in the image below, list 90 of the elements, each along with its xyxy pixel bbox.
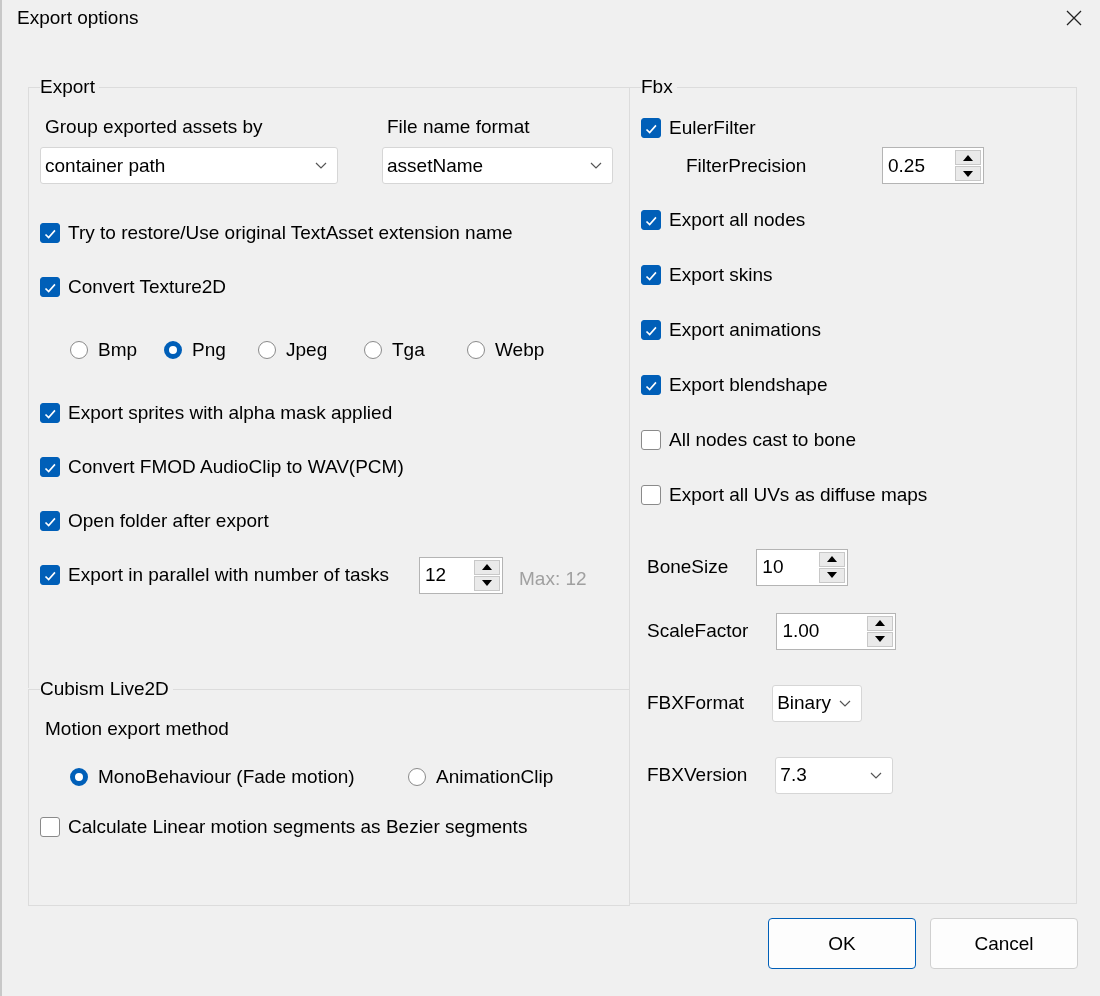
- checkbox[interactable]: [641, 117, 661, 138]
- radio-button[interactable]: [408, 768, 426, 786]
- radio-label: Jpeg: [286, 339, 328, 361]
- group-title: Cubism Live2D: [40, 678, 170, 700]
- checkbox-label: Export all nodes: [669, 208, 806, 231]
- radio-button[interactable]: [70, 341, 88, 359]
- radio-label: Webp: [495, 339, 545, 361]
- number-field[interactable]: 0.25: [885, 150, 955, 181]
- chevron-down-icon: [870, 771, 883, 779]
- checkbox[interactable]: [641, 484, 661, 505]
- dropdown[interactable]: assetName: [382, 147, 613, 184]
- radio-button[interactable]: [164, 341, 182, 359]
- up-arrow-icon: [963, 154, 973, 161]
- radio-label: Png: [192, 339, 226, 361]
- radio-label: Tga: [392, 339, 425, 361]
- spin-down-button[interactable]: [867, 631, 894, 647]
- field-label: Motion export method: [44, 718, 230, 740]
- checkbox-label: Try to restore/Use original TextAsset extension name: [68, 222, 513, 244]
- checkbox-label: EulerFilter: [669, 116, 756, 139]
- down-arrow-icon: [963, 170, 973, 177]
- number-field[interactable]: 12: [422, 559, 475, 591]
- down-arrow-icon: [827, 572, 838, 578]
- radio-label: Bmp: [98, 339, 138, 361]
- checkbox[interactable]: [40, 223, 60, 243]
- spin-box[interactable]: 12: [419, 556, 504, 594]
- radio-button[interactable]: [364, 341, 382, 359]
- radio-label: MonoBehaviour (Fade motion): [98, 766, 355, 788]
- dialog-button[interactable]: Cancel: [930, 918, 1078, 969]
- spin-box[interactable]: 10: [756, 548, 849, 586]
- checkbox[interactable]: [40, 403, 60, 423]
- up-arrow-icon: [482, 564, 493, 570]
- radio-button[interactable]: [70, 768, 88, 786]
- field-label: FBXVersion: [647, 764, 748, 786]
- checkbox[interactable]: [641, 209, 661, 230]
- down-arrow-icon: [482, 580, 493, 586]
- checkbox-label: Export skins: [669, 263, 773, 286]
- field-label: BoneSize: [647, 556, 729, 578]
- spin-box[interactable]: 0.25: [882, 147, 984, 184]
- checkbox-label: Convert FMOD AudioClip to WAV(PCM): [68, 456, 404, 478]
- window-title: Export options: [17, 7, 139, 29]
- field-label: File name format: [386, 116, 531, 138]
- checkbox-label: Export sprites with alpha mask applied: [68, 402, 393, 424]
- checkbox[interactable]: [40, 817, 60, 837]
- number-field[interactable]: 1.00: [779, 615, 868, 647]
- spin-down-button[interactable]: [955, 166, 981, 181]
- checkbox-label: Export blendshape: [669, 373, 828, 396]
- checkbox[interactable]: [40, 565, 60, 585]
- max-note: Max: 12: [519, 568, 587, 590]
- group-title: Fbx: [641, 76, 674, 98]
- radio-button[interactable]: [258, 341, 276, 359]
- spin-down-button[interactable]: [474, 575, 501, 591]
- chevron-down-icon: [315, 162, 327, 169]
- dialog-button[interactable]: OK: [768, 918, 916, 969]
- checkbox-label: Export animations: [669, 318, 822, 341]
- spin-down-button[interactable]: [819, 567, 846, 583]
- field-label: Group exported assets by: [44, 116, 264, 138]
- down-arrow-icon: [875, 636, 886, 642]
- spin-up-button[interactable]: [474, 559, 501, 575]
- checkbox[interactable]: [40, 277, 60, 297]
- checkbox-label: Export in parallel with number of tasks: [68, 564, 390, 586]
- checkbox-label: All nodes cast to bone: [669, 428, 856, 451]
- checkbox[interactable]: [641, 264, 661, 285]
- dropdown[interactable]: 7.3: [775, 756, 894, 794]
- field-label: ScaleFactor: [647, 620, 749, 642]
- spin-up-button[interactable]: [955, 150, 981, 165]
- group-title: Export: [40, 76, 96, 98]
- spin-up-button[interactable]: [819, 551, 846, 567]
- dropdown[interactable]: container path: [40, 147, 338, 184]
- field-label: FilterPrecision: [686, 154, 808, 177]
- radio-button[interactable]: [467, 341, 485, 359]
- field-label: FBXFormat: [647, 692, 745, 714]
- checkbox[interactable]: [641, 374, 661, 395]
- checkbox[interactable]: [40, 457, 60, 477]
- checkbox-label: Export all UVs as diffuse maps: [669, 483, 928, 506]
- chevron-down-icon: [839, 699, 852, 707]
- chevron-down-icon: [590, 162, 602, 169]
- checkbox-label: Calculate Linear motion segments as Bezier segments: [68, 816, 528, 838]
- dropdown[interactable]: Binary: [772, 684, 863, 722]
- spin-box[interactable]: 1.00: [776, 612, 897, 650]
- checkbox[interactable]: [40, 511, 60, 531]
- checkbox-label: Convert Texture2D: [68, 276, 227, 298]
- checkbox[interactable]: [641, 429, 661, 450]
- checkbox[interactable]: [641, 319, 661, 340]
- spin-up-button[interactable]: [867, 615, 894, 631]
- checkbox-label: Open folder after export: [68, 510, 269, 532]
- radio-label: AnimationClip: [436, 766, 554, 788]
- close-icon[interactable]: [1066, 10, 1082, 26]
- up-arrow-icon: [827, 556, 838, 562]
- up-arrow-icon: [875, 620, 886, 626]
- number-field[interactable]: 10: [759, 551, 820, 583]
